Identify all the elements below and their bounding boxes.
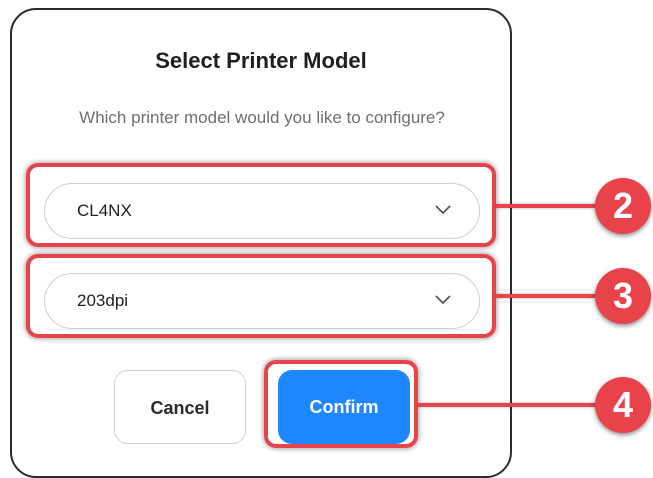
callout-badge-4: 4 [595,377,651,433]
highlight-dpi-select [26,254,496,338]
callout-badge-2: 2 [595,178,651,234]
callout-badge-3: 3 [595,268,651,324]
dialog-subtitle: Which printer model would you like to co… [79,108,445,127]
highlight-confirm-button [264,360,418,448]
callout-connector-3 [496,294,598,298]
callout-connector-4 [418,403,598,407]
highlight-model-select [26,163,496,247]
cancel-button[interactable]: Cancel [114,370,246,444]
callout-connector-2 [496,204,598,208]
dialog-title: Select Printer Model [155,48,367,73]
